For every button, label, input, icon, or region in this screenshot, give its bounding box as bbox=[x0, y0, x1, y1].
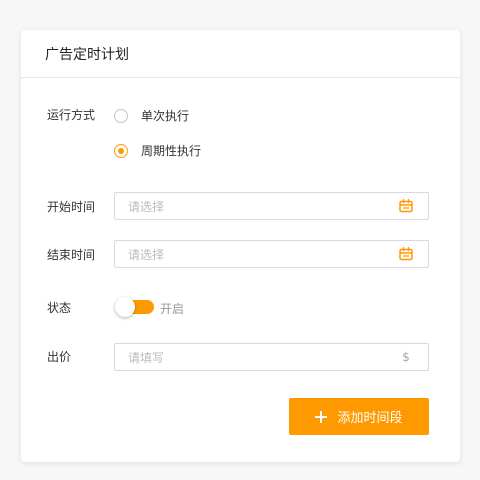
end-time-placeholder: 请选择 bbox=[128, 247, 165, 262]
run-mode-label: 运行方式 bbox=[47, 108, 96, 122]
radio-periodic-run-label: 周期性执行 bbox=[141, 144, 202, 158]
end-time-input[interactable]: 请选择 bbox=[114, 240, 429, 268]
end-time-label: 结束时间 bbox=[47, 248, 96, 262]
add-time-slot-label: 添加时间段 bbox=[337, 411, 403, 426]
calendar-icon[interactable] bbox=[399, 247, 413, 261]
toggle-knob[interactable] bbox=[115, 297, 135, 317]
calendar-icon[interactable] bbox=[399, 199, 413, 213]
start-time-placeholder: 请选择 bbox=[128, 199, 165, 214]
status-toggle-label: 开启 bbox=[160, 302, 185, 316]
radio-periodic-run-circle[interactable] bbox=[114, 143, 128, 158]
start-time-label: 开始时间 bbox=[47, 200, 96, 214]
bid-placeholder: 请填写 bbox=[128, 350, 165, 365]
radio-single-run-label: 单次执行 bbox=[141, 109, 190, 123]
card-header: 广告定时计划 bbox=[21, 30, 460, 78]
status-toggle[interactable] bbox=[115, 297, 154, 317]
schedule-card: 广告定时计划 运行方式 单次执行 周期性执行 开始时间 请选择 结束时间 请选择 bbox=[21, 30, 460, 462]
radio-single-run-circle[interactable] bbox=[114, 108, 128, 123]
bid-input[interactable]: 请填写 $ bbox=[114, 343, 429, 371]
status-label: 状态 bbox=[47, 301, 72, 315]
bid-currency-suffix: $ bbox=[402, 350, 410, 364]
dollar-icon: $ bbox=[399, 350, 413, 364]
start-time-input[interactable]: 请选择 bbox=[114, 192, 429, 220]
radio-periodic-run[interactable]: 周期性执行 bbox=[114, 142, 201, 159]
card-title: 广告定时计划 bbox=[45, 46, 129, 63]
radio-single-run[interactable]: 单次执行 bbox=[114, 107, 189, 124]
add-time-slot-button[interactable]: 添加时间段 bbox=[289, 398, 429, 435]
bid-label: 出价 bbox=[47, 350, 72, 364]
plus-icon bbox=[315, 410, 328, 423]
